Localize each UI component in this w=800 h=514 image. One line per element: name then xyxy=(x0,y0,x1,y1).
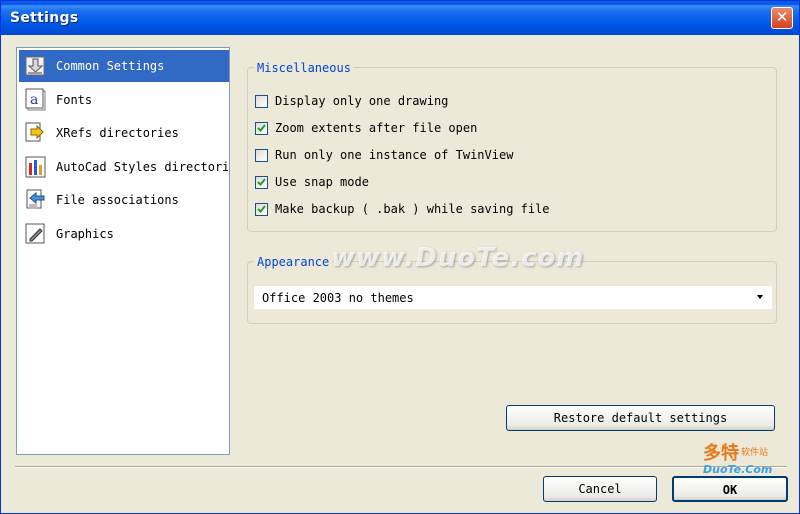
separator xyxy=(15,466,787,468)
file-association-icon xyxy=(26,189,45,209)
close-icon: ✕ xyxy=(775,8,789,26)
close-button[interactable]: ✕ xyxy=(771,7,793,29)
logo-cn-small-text: 软件站 xyxy=(741,448,769,458)
option-label: Make backup ( .bak ) while saving file xyxy=(275,202,550,216)
font-letter-a-icon: a xyxy=(25,88,46,111)
ok-button[interactable]: OK xyxy=(672,476,788,502)
nav-label: XRefs directories xyxy=(56,126,179,140)
checkbox-unchecked[interactable] xyxy=(255,149,268,162)
nav-item-graphics[interactable]: Graphics xyxy=(19,218,229,250)
cancel-button[interactable]: Cancel xyxy=(543,476,657,502)
download-arrow-icon xyxy=(25,56,45,76)
nav-label: Fonts xyxy=(56,93,93,107)
xref-arrow-icon xyxy=(25,122,44,142)
logo-cn-text: 多特 xyxy=(703,443,739,464)
option-label: Zoom extents after file open xyxy=(275,121,478,135)
select-value: Office 2003 no themes xyxy=(262,291,414,305)
appearance-group: Appearance Office 2003 no themes xyxy=(247,255,777,324)
nav-item-common-settings[interactable]: Common Settings xyxy=(19,50,229,82)
nav-label: Common Settings xyxy=(56,59,165,73)
window-title: Settings xyxy=(10,10,79,26)
miscellaneous-group: Miscellaneous Display only one drawing Z… xyxy=(247,61,777,232)
nav-item-fonts[interactable]: a Fonts xyxy=(19,84,229,116)
group-legend: Miscellaneous xyxy=(254,61,354,75)
nav-label: File associations xyxy=(56,193,179,207)
appearance-theme-select[interactable]: Office 2003 no themes xyxy=(254,286,772,309)
nav-item-xrefs-directories[interactable]: XRefs directories xyxy=(19,117,229,149)
checkbox-checked[interactable] xyxy=(255,176,268,189)
restore-defaults-button[interactable]: Restore default settings xyxy=(506,405,775,431)
logo-domain-text: DuoTe.Com xyxy=(703,463,773,476)
title-bar[interactable]: Settings ✕ xyxy=(1,1,799,35)
option-label: Display only one drawing xyxy=(275,94,449,108)
styles-bars-icon xyxy=(25,156,46,178)
option-label: Run only one instance of TwinView xyxy=(275,148,514,162)
dropdown-arrow-icon[interactable] xyxy=(757,295,763,299)
check-mark-icon xyxy=(257,205,266,213)
pencil-icon xyxy=(25,223,45,244)
nav-label: Graphics xyxy=(56,227,114,241)
nav-label: AutoCad Styles directori xyxy=(56,160,228,174)
checkbox-checked[interactable] xyxy=(255,122,268,135)
checkbox-checked[interactable] xyxy=(255,203,268,216)
settings-dialog: Settings ✕ Common Settings a Fonts XRefs… xyxy=(0,0,800,514)
nav-item-file-associations[interactable]: File associations xyxy=(19,184,229,216)
option-label: Use snap mode xyxy=(275,175,369,189)
check-mark-icon xyxy=(257,178,266,186)
nav-item-autocad-styles[interactable]: AutoCad Styles directori xyxy=(19,151,229,183)
checkbox-unchecked[interactable] xyxy=(255,95,268,108)
svg-text:a: a xyxy=(30,92,38,108)
check-mark-icon xyxy=(257,124,266,132)
settings-category-list[interactable]: Common Settings a Fonts XRefs directorie… xyxy=(16,47,230,455)
group-legend: Appearance xyxy=(254,255,333,269)
